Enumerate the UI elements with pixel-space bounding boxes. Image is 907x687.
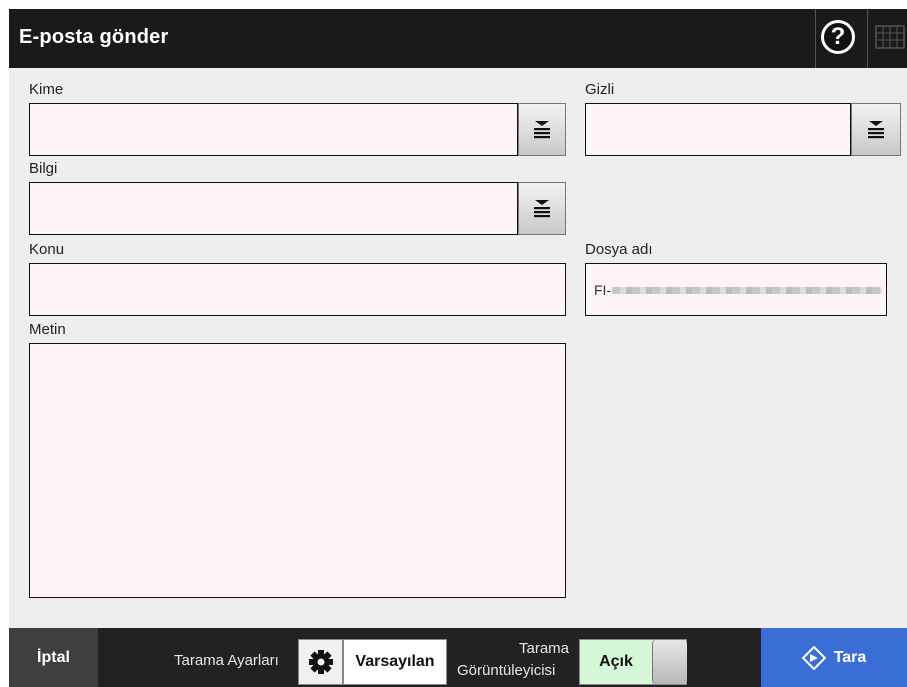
scan-diamond-icon (801, 645, 826, 670)
bcc-input[interactable] (586, 104, 850, 155)
body-label: Metin (29, 321, 66, 338)
filename-value: FI- (594, 282, 612, 298)
scan-settings-button[interactable] (298, 639, 343, 685)
address-list-icon (868, 120, 884, 138)
body-field[interactable] (29, 343, 566, 598)
subject-input[interactable] (30, 264, 565, 315)
cc-field[interactable] (29, 182, 518, 235)
bcc-address-list-button[interactable] (851, 103, 901, 156)
page-title: E-posta gönder (19, 26, 169, 48)
bcc-label: Gizli (585, 81, 615, 98)
gear-icon (308, 650, 333, 674)
scan-settings-label: Tarama Ayarları (174, 652, 279, 669)
scan-button-label: Tara (833, 648, 867, 666)
viewer-label-line2: Görüntüleyicisi (457, 662, 556, 679)
to-field[interactable] (29, 103, 518, 156)
cancel-button[interactable]: İptal (9, 628, 98, 687)
viewer-label-line1: Tarama (519, 640, 570, 657)
title-bar: E-posta gönder ? (9, 9, 907, 68)
body-textarea[interactable] (30, 344, 565, 597)
keyboard-button[interactable] (875, 23, 905, 51)
toggle-knob[interactable] (652, 640, 687, 684)
filename-label: Dosya adı (585, 241, 653, 258)
subject-field[interactable] (29, 263, 566, 316)
footer-bar: İptal Tarama Ayarları Varsayılan Tarama … (9, 628, 907, 687)
scan-button[interactable]: Tara (761, 628, 907, 687)
toggle-on-state: Açık (580, 640, 652, 684)
cc-input[interactable] (30, 183, 517, 234)
to-label: Kime (29, 81, 64, 98)
subject-label: Konu (29, 241, 65, 258)
cc-label: Bilgi (29, 160, 58, 177)
help-button[interactable]: ? (821, 20, 855, 54)
scan-viewer-toggle[interactable]: Açık (579, 639, 687, 685)
app-window: E-posta gönder ? Kime Gizli Bilgi Konu D… (9, 9, 907, 687)
header-divider (867, 9, 868, 68)
filename-redacted (612, 287, 882, 294)
help-icon: ? (830, 23, 846, 50)
filename-field[interactable]: FI- (585, 263, 887, 316)
bcc-field[interactable] (585, 103, 851, 156)
cc-address-list-button[interactable] (518, 182, 566, 235)
keyboard-icon (875, 25, 905, 49)
header-divider (815, 9, 816, 68)
to-address-list-button[interactable] (518, 103, 566, 156)
address-list-icon (534, 120, 550, 138)
address-list-icon (534, 199, 550, 217)
scan-settings-default-button[interactable]: Varsayılan (343, 639, 447, 685)
to-input[interactable] (30, 104, 517, 155)
